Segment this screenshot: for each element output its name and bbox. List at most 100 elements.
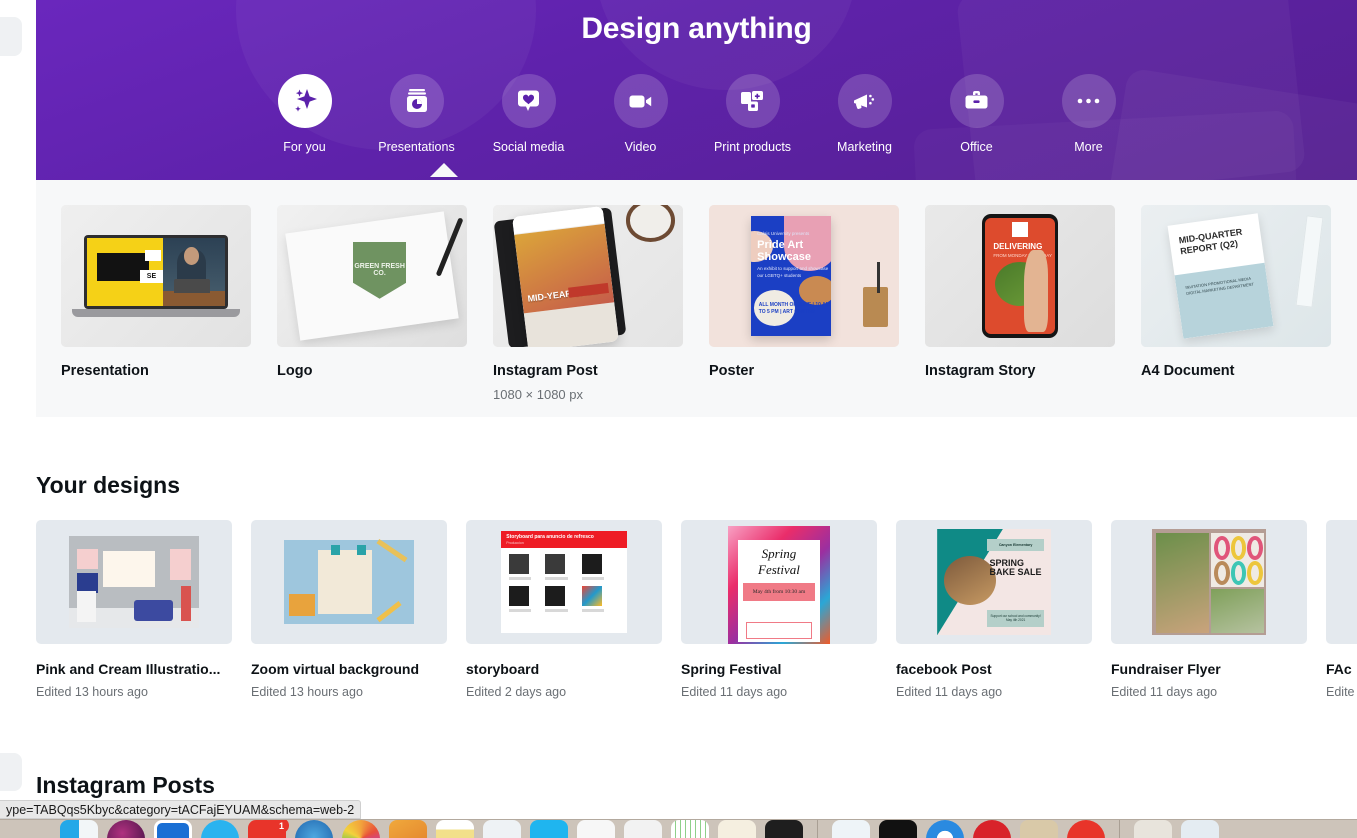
design-edited: Edite <box>1326 685 1355 699</box>
podcasts-icon[interactable] <box>624 820 662 838</box>
template-name: Instagram Post <box>493 363 598 379</box>
poster-title: Pride Art Showcase <box>757 239 811 263</box>
contacts-icon[interactable] <box>483 820 521 838</box>
chrome-icon[interactable] <box>926 820 964 838</box>
messages-icon[interactable] <box>201 820 239 838</box>
category-label: Marketing <box>837 140 892 154</box>
mail-icon[interactable] <box>154 820 192 838</box>
books-icon[interactable] <box>1020 820 1058 838</box>
finder-icon[interactable] <box>60 820 98 838</box>
terminal-icon[interactable] <box>879 820 917 838</box>
category-presentations[interactable]: Presentations <box>361 74 473 154</box>
template-card-a4-document[interactable]: MID-QUARTER REPORT (Q2) INVITATION PROMO… <box>1141 205 1331 402</box>
category-label: Presentations <box>378 140 455 154</box>
zoom-icon[interactable] <box>1067 820 1105 838</box>
facebook-post-footer: Support our school and community! May 4t… <box>987 609 1045 627</box>
design-edited: Edited 2 days ago <box>466 685 567 699</box>
design-anything-hero: Design anything For you Presentations So… <box>36 0 1357 180</box>
reminders-icon[interactable] <box>389 820 427 838</box>
photos-icon[interactable] <box>342 820 380 838</box>
poster-details: ALL MONTH OF JUNE | 10 AM TO 5 PM | ART … <box>758 301 830 316</box>
your-designs-row: Pink and Cream Illustratio... Edited 13 … <box>36 520 1357 699</box>
design-card[interactable]: Canyon Elementary SPRING BAKE SALE Suppo… <box>896 520 1092 699</box>
print-products-icon <box>725 74 780 128</box>
trash-icon[interactable] <box>1181 820 1219 838</box>
design-card[interactable]: Storyboard para anuncio de refresco Prod… <box>466 520 662 699</box>
calculator-icon[interactable] <box>765 820 803 838</box>
megaphone-icon <box>837 74 892 128</box>
design-name: facebook Post <box>896 661 992 677</box>
category-video[interactable]: Video <box>585 74 697 154</box>
design-name: Pink and Cream Illustratio... <box>36 661 221 677</box>
dock-separator <box>817 820 818 838</box>
category-office[interactable]: Office <box>921 74 1033 154</box>
design-edited: Edited 11 days ago <box>896 685 1003 699</box>
sublime-icon[interactable] <box>1134 820 1172 838</box>
template-card-instagram-post[interactable]: MID-YEAR SALE Instagram Post 1080 × 1080… <box>493 205 683 402</box>
template-type-strip: SE Presentation GREEN FRESH CO. Logo MID… <box>36 180 1357 417</box>
numbers-icon[interactable] <box>671 820 709 838</box>
dock-separator <box>1119 820 1120 838</box>
storyboard-subtitle: Produccion <box>506 541 524 546</box>
template-name: Logo <box>277 363 313 379</box>
design-thumbnail <box>1111 520 1307 644</box>
template-name: Poster <box>709 363 755 379</box>
spring-festival-date: May 4th from 10:30 am <box>743 582 815 602</box>
template-thumbnail: MID-YEAR SALE <box>493 205 683 347</box>
design-thumbnail: Canyon Elementary SPRING BAKE SALE Suppo… <box>896 520 1092 644</box>
section-title-your-designs: Your designs <box>36 472 180 498</box>
design-thumbnail <box>1326 520 1357 644</box>
design-name: Fundraiser Flyer <box>1111 661 1221 677</box>
template-thumbnail: SE <box>61 205 251 347</box>
section-title-instagram-posts: Instagram Posts <box>36 772 215 798</box>
design-card[interactable]: Fundraiser Flyer Edited 11 days ago <box>1111 520 1307 699</box>
design-edited: Edited 11 days ago <box>681 685 788 699</box>
template-card-presentation[interactable]: SE Presentation <box>61 205 251 402</box>
heart-chat-icon <box>501 74 556 128</box>
category-nav: For you Presentations Social media Video… <box>36 74 1357 154</box>
calendar-icon[interactable]: 1 <box>248 820 289 838</box>
design-card[interactable]: Pink and Cream Illustratio... Edited 13 … <box>36 520 232 699</box>
launchpad-icon[interactable] <box>107 820 145 838</box>
hero-title: Design anything <box>581 12 812 45</box>
design-card[interactable]: FAc Edite <box>1326 520 1357 699</box>
design-name: storyboard <box>466 661 540 677</box>
category-marketing[interactable]: Marketing <box>809 74 921 154</box>
category-label: For you <box>283 140 326 154</box>
logo-mark-text: GREEN FRESH CO. <box>354 262 405 278</box>
canva-homepage: Design anything For you Presentations So… <box>0 0 1357 838</box>
category-label: Print products <box>713 140 792 154</box>
presentation-tag-text: SE <box>140 270 163 283</box>
sparkle-icon <box>277 74 332 128</box>
left-edge-panel-bottom <box>0 753 22 791</box>
macos-dock: 1 <box>0 819 1357 838</box>
category-for-you[interactable]: For you <box>249 74 361 154</box>
link-preview-statusbar: ype=TABQqs5Kbyc&category=tACFajEYUAM&sch… <box>0 800 362 819</box>
keynote-icon[interactable] <box>718 820 756 838</box>
category-print-products[interactable]: Print products <box>697 74 809 154</box>
category-label: Office <box>960 140 993 154</box>
music-icon[interactable] <box>577 820 615 838</box>
template-thumbnail: Calais University presents Pride Art Sho… <box>709 205 899 347</box>
facetime-icon[interactable] <box>530 820 568 838</box>
template-name: A4 Document <box>1141 363 1235 379</box>
opera-icon[interactable] <box>973 820 1011 838</box>
a4-title: MID-QUARTER REPORT (Q2) <box>1178 227 1244 257</box>
facebook-post-label: Canyon Elementary <box>987 539 1045 552</box>
template-card-instagram-story[interactable]: DELIVERING FROM MONDAY TO FRIDAY Instagr… <box>925 205 1115 402</box>
template-card-logo[interactable]: GREEN FRESH CO. Logo <box>277 205 467 402</box>
design-card[interactable]: Spring Festival May 4th from 10:30 am Sp… <box>681 520 877 699</box>
calendar-badge: 1 <box>274 820 289 833</box>
design-card[interactable]: Zoom virtual background Edited 13 hours … <box>251 520 447 699</box>
statusbar-url: ype=TABQqs5Kbyc&category=tACFajEYUAM&sch… <box>6 802 355 817</box>
maps-icon[interactable] <box>295 820 333 838</box>
category-label: More <box>1074 140 1103 154</box>
active-tab-indicator <box>430 163 458 177</box>
category-social-media[interactable]: Social media <box>473 74 585 154</box>
template-card-poster[interactable]: Calais University presents Pride Art Sho… <box>709 205 899 402</box>
category-label: Social media <box>492 140 565 154</box>
notes-icon[interactable] <box>436 820 474 838</box>
design-name: Zoom virtual background <box>251 661 420 677</box>
preview-icon[interactable] <box>832 820 870 838</box>
category-more[interactable]: More <box>1033 74 1145 154</box>
